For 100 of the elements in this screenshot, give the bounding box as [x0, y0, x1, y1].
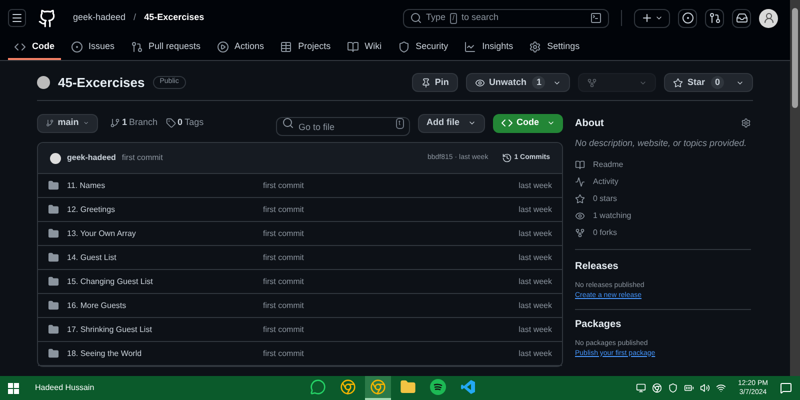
file-link[interactable]: 14. Guest List [67, 252, 263, 264]
user-name[interactable]: Hadeed Hussain [35, 382, 305, 394]
branch-icon [110, 118, 120, 128]
volume-icon[interactable] [700, 383, 710, 393]
commit-time: last week [518, 228, 552, 240]
fork-icon [587, 78, 598, 88]
file-link[interactable]: 18. Seeing the World [67, 348, 263, 360]
browser-icon [370, 379, 386, 395]
repo-link[interactable]: 45-Excercises [144, 11, 204, 25]
tag-icon [166, 118, 176, 128]
nav-tab[interactable]: Pull requests [124, 36, 207, 60]
branches-link[interactable]: 1 Branch [110, 116, 158, 130]
menu-icon [11, 12, 23, 24]
inbox-button[interactable] [732, 8, 751, 28]
commit-message: first commit [263, 300, 305, 312]
folder-icon [48, 276, 59, 287]
browser-icon [340, 379, 356, 395]
battery-icon[interactable] [684, 383, 694, 393]
about-link[interactable]: Readme [575, 158, 751, 170]
about-link[interactable]: 0 stars [575, 192, 751, 204]
pin-button[interactable]: Pin [412, 73, 458, 92]
windows-logo-icon[interactable] [8, 382, 19, 394]
owner-link[interactable]: geek-hadeed [73, 11, 126, 25]
circle-dot-icon [682, 12, 694, 24]
circle-dot-icon [70, 41, 82, 53]
logo-icon[interactable] [38, 8, 57, 28]
play-icon [216, 41, 229, 53]
caret-icon [82, 119, 89, 127]
avatar[interactable] [759, 8, 778, 28]
monitor-icon[interactable] [636, 383, 646, 393]
inbox-icon [736, 12, 748, 24]
nav-tab[interactable]: Settings [523, 36, 586, 60]
notifications-icon[interactable] [780, 382, 792, 394]
person-icon [762, 12, 774, 24]
commit-message: first commit [263, 324, 305, 336]
caret-icon [655, 14, 663, 22]
section-title: Packages [575, 318, 622, 330]
shield-icon[interactable] [668, 383, 678, 393]
settings-icon[interactable] [741, 118, 751, 128]
commit-time: last week [518, 204, 552, 216]
nav-tab[interactable]: Projects [274, 36, 337, 60]
folder-icon [48, 228, 59, 239]
file-link[interactable]: 15. Changing Guest List [67, 276, 263, 288]
file-link[interactable]: 17. Shrinking Guest List [67, 324, 263, 336]
search-hint: Type [426, 11, 446, 24]
file-link[interactable]: 13. Your Own Array [67, 228, 263, 240]
wifi-icon[interactable] [716, 383, 726, 393]
search-icon [410, 12, 422, 24]
terminal-icon[interactable] [590, 12, 602, 24]
file-link[interactable]: 12. Greetings [67, 204, 263, 216]
issues-button[interactable] [678, 8, 697, 28]
table-icon [280, 41, 292, 53]
section-title: About [575, 116, 604, 130]
repo-avatar [37, 76, 50, 89]
book-icon [575, 160, 585, 170]
pull-request-icon [708, 12, 720, 24]
create-button[interactable] [634, 8, 670, 28]
search-icon [282, 117, 294, 129]
author-link[interactable]: geek-hadeed [67, 152, 116, 164]
eye-icon [575, 210, 585, 220]
about-link[interactable]: 0 forks [575, 226, 751, 238]
nav-tab[interactable]: Code [8, 36, 60, 60]
about-link[interactable]: Activity [575, 176, 751, 188]
folder-icon [48, 180, 59, 191]
folder-icon [400, 379, 416, 395]
taskbar-app[interactable] [365, 376, 391, 400]
commit-time: last week [518, 324, 552, 336]
scrollbar[interactable] [790, 0, 800, 376]
nav-tab[interactable]: Actions [210, 36, 270, 60]
commit-message: first commit [263, 276, 305, 288]
commit-time: last week [518, 300, 552, 312]
watch-button[interactable]: Unwatch 1 [466, 73, 570, 92]
description: No description, website, or topics provided. [575, 137, 748, 150]
tags-link[interactable]: 0 Tags [166, 116, 204, 130]
nav-tab[interactable]: Issues [64, 36, 121, 60]
nav-tab[interactable]: Insights [458, 36, 520, 60]
nav-tab[interactable]: Wiki [340, 36, 388, 60]
folder-icon [48, 324, 59, 335]
commit-message: first commit [263, 180, 305, 192]
music-circle-icon [430, 379, 446, 395]
search-hint: to search [461, 11, 498, 24]
folder-icon [48, 204, 59, 215]
folder-icon [48, 300, 59, 311]
caret-icon [468, 119, 476, 127]
star-icon [575, 194, 585, 204]
menu-button[interactable] [8, 9, 26, 27]
about-link[interactable]: 1 watching [575, 210, 751, 222]
code-icon [14, 41, 26, 53]
path-separator: / [134, 11, 136, 24]
star-button[interactable]: Star 0 [664, 73, 753, 92]
pull-requests-button[interactable] [705, 8, 724, 28]
file-link[interactable]: 16. More Guests [67, 300, 263, 312]
nav-tab[interactable]: Security [392, 36, 454, 60]
browser-icon[interactable] [652, 383, 662, 393]
code-button[interactable]: Code [492, 114, 563, 132]
branch-selector[interactable]: main [37, 114, 98, 132]
file-link[interactable]: 11. Names [67, 180, 263, 192]
add-file-button[interactable]: Add file [418, 114, 484, 132]
code-editor-icon [460, 379, 476, 395]
chart-icon [464, 41, 476, 53]
